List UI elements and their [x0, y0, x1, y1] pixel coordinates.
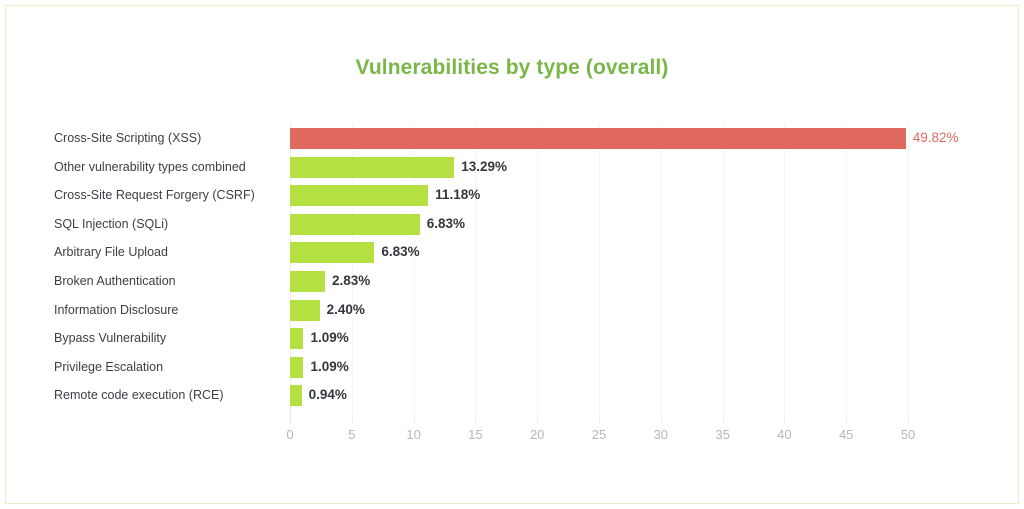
x-axis-tick-mark — [784, 419, 786, 424]
category-label: Information Disclosure — [54, 302, 179, 317]
bar — [290, 271, 325, 292]
bar — [290, 356, 304, 378]
x-axis-tick-label: 30 — [653, 427, 669, 442]
bar-row: 2.40% — [290, 296, 908, 325]
x-axis-tick-mark — [413, 419, 415, 424]
category-label: Bypass Vulnerability — [54, 331, 167, 346]
x-axis-tick-mark — [351, 419, 353, 424]
bar-row: 6.83% — [290, 238, 908, 267]
category-label: SQL Injection (SQLi) — [54, 216, 169, 231]
bar-value-label: 13.29% — [461, 158, 508, 174]
category-label: Cross-Site Scripting (XSS) — [54, 131, 202, 145]
bar-value-label: 2.83% — [331, 273, 371, 288]
x-axis-tick-mark — [537, 419, 539, 424]
bar — [290, 242, 375, 264]
category-label: Remote code execution (RCE) — [54, 388, 224, 403]
x-axis-tick-mark — [290, 419, 291, 424]
category-label: Privilege Escalation — [54, 359, 164, 374]
x-axis-tick-mark — [908, 419, 909, 424]
x-axis-tick-label: 45 — [838, 427, 854, 442]
x-axis-tick-mark — [846, 419, 848, 424]
bar-value-label: 11.18% — [435, 187, 481, 203]
category-label: Other vulnerability types combined — [54, 159, 246, 174]
bar-value-label: 1.09% — [310, 358, 349, 374]
x-axis-tick-label: 50 — [900, 427, 916, 442]
chart-figure: Vulnerabilities by type (overall) Cross-… — [0, 0, 1024, 509]
bar-row: 2.83% — [290, 267, 908, 296]
category-axis-labels: Cross-Site Scripting (XSS) Other vulnerab… — [54, 124, 274, 419]
bar — [290, 156, 455, 178]
x-axis-tick-label: 5 — [348, 427, 356, 442]
category-label: Cross-Site Request Forgery (CSRF) — [54, 188, 255, 203]
category-label: Arbitrary File Upload — [54, 245, 168, 260]
bar-row: 1.09% — [290, 324, 908, 353]
x-axis-tick-mark — [660, 419, 662, 424]
bar-row: 6.83% — [290, 210, 908, 239]
bar-value-label: 6.83% — [381, 244, 420, 260]
x-axis-tick-label: 0 — [286, 427, 294, 442]
x-axis-tick-label: 15 — [468, 427, 483, 442]
bar-value-label: 0.94% — [308, 387, 347, 403]
bar — [290, 185, 429, 207]
x-axis-tick-label: 25 — [591, 427, 607, 442]
bar — [290, 385, 302, 407]
bar-row: 0.94% — [290, 381, 908, 410]
plot-area: 49.82% 13.29% 11.18% 6.83% 6.83% 2.83% 2.40% 1.… — [286, 124, 959, 442]
x-axis-tick-mark — [722, 419, 724, 424]
bar — [290, 328, 304, 350]
x-axis-tick-label: 20 — [529, 427, 545, 442]
bar-value-label: 6.83% — [426, 215, 466, 231]
bar-value-label: 49.82% — [912, 130, 959, 145]
bar — [290, 299, 320, 321]
x-axis-tick-label: 40 — [777, 427, 792, 442]
bar-value-label: 1.09% — [310, 330, 349, 346]
bar-value-label: 2.40% — [326, 301, 365, 317]
gridline — [908, 124, 909, 419]
x-axis-tick-label: 10 — [406, 427, 421, 442]
bar — [290, 213, 420, 235]
chart-title: Vulnerabilities by type (overall) — [355, 56, 669, 79]
bar-row: 1.09% — [290, 353, 908, 382]
bar-row: 11.18% — [290, 181, 908, 210]
bar — [290, 128, 906, 149]
category-label: Broken Authentication — [54, 274, 176, 288]
x-axis-tick-mark — [599, 419, 600, 424]
bar-row: 13.29% — [290, 153, 908, 182]
bar-row: 49.82% — [290, 124, 959, 153]
x-axis-tick-mark — [475, 419, 477, 424]
x-axis-tick-label: 35 — [715, 427, 730, 442]
